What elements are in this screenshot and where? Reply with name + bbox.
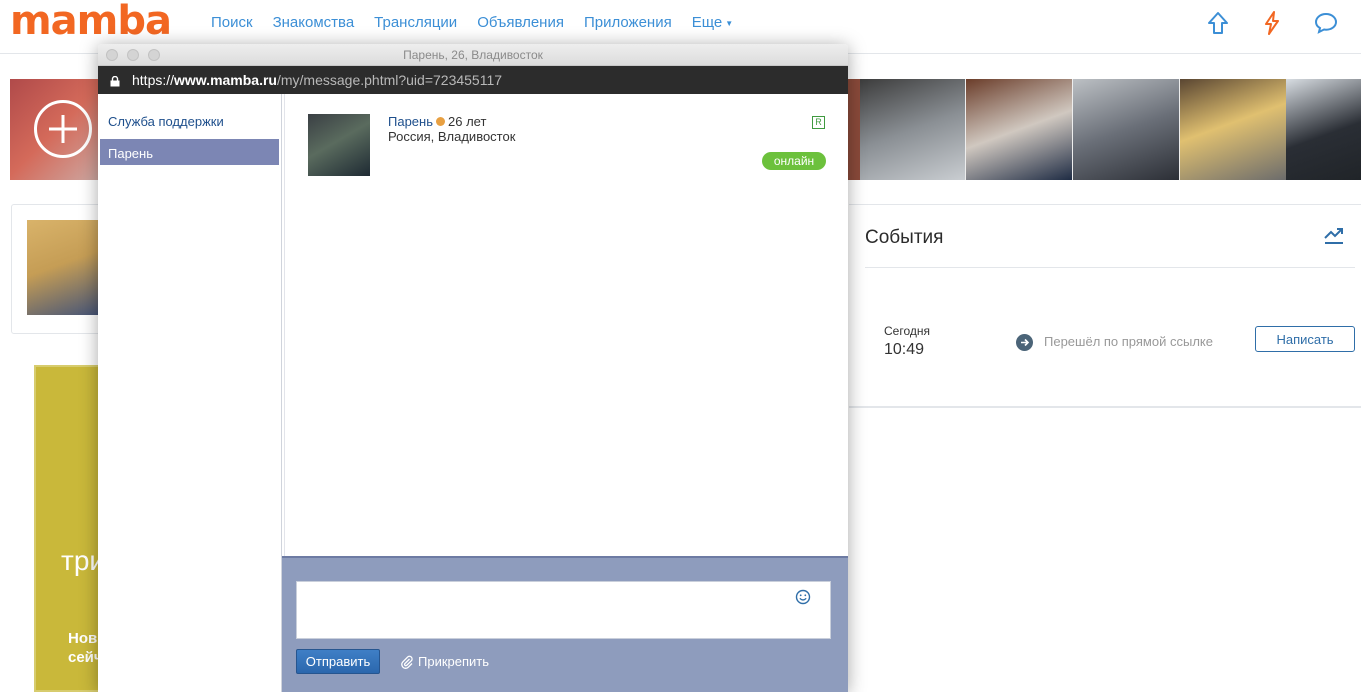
write-button[interactable]: Написать [1255, 326, 1355, 352]
message-popup-window: Парень, 26, Владивосток https://www.mamb… [98, 44, 848, 692]
event-day: Сегодня [884, 324, 930, 338]
chat-bubble-icon[interactable] [1313, 10, 1339, 36]
url-scheme: https:// [132, 72, 175, 88]
photo-thumb[interactable] [1073, 79, 1179, 180]
chat-user-info: Парень 26 лет [388, 114, 486, 129]
events-title: События [865, 227, 944, 248]
nav-apps[interactable]: Приложения [584, 14, 672, 31]
contacts-list: Служба поддержки Парень [98, 94, 282, 692]
attach-link[interactable]: Прикрепить [400, 654, 489, 669]
popup-body: Служба поддержки Парень Парень 26 лет Рос… [98, 94, 848, 692]
attach-label: Прикрепить [418, 654, 490, 669]
event-description: Перешёл по прямой ссылке [1044, 334, 1213, 349]
window-titlebar[interactable]: Парень, 26, Владивосток [98, 44, 848, 66]
lock-icon [110, 74, 120, 87]
photo-thumb[interactable] [966, 79, 1072, 180]
main-nav: Поиск Знакомства Трансляции Объявления П… [211, 14, 733, 31]
nav-streams[interactable]: Трансляции [374, 14, 457, 31]
profile-card[interactable] [11, 204, 112, 334]
contact-item-support[interactable]: Служба поддержки [100, 107, 279, 133]
nav-search[interactable]: Поиск [211, 14, 253, 31]
contact-item-active[interactable]: Парень [100, 139, 279, 165]
url-path: /my/message.phtml?uid=723455117 [276, 72, 503, 88]
mamba-logo[interactable]: mamba [10, 0, 172, 44]
smile-icon[interactable] [795, 589, 811, 605]
upload-arrow-icon[interactable] [1205, 10, 1231, 36]
url-text: https://www.mamba.ru/my/message.phtml?ui… [132, 72, 502, 88]
nav-more[interactable]: Еще ▼ [692, 14, 733, 31]
chat-area: Парень 26 лет Россия, Владивосток R онлай… [284, 94, 848, 556]
top-icons [1205, 10, 1339, 36]
photo-thumb[interactable] [1180, 79, 1286, 180]
chat-user-name[interactable]: Парень [388, 114, 433, 129]
nav-more-label: Еще [691, 14, 723, 31]
message-input[interactable] [296, 581, 831, 639]
paperclip-icon [400, 655, 414, 669]
window-title: Парень, 26, Владивосток [403, 48, 543, 62]
chat-user-age: 26 лет [448, 114, 487, 129]
event-time: 10:49 [884, 341, 925, 358]
url-host: www.mamba.ru [174, 72, 277, 88]
caret-down-icon: ▼ [725, 18, 734, 28]
send-button[interactable]: Отправить [296, 649, 380, 674]
plus-icon [34, 100, 92, 158]
message-composer: Отправить Прикрепить [282, 556, 848, 692]
events-panel: События Сегодня 10:49 Перешёл по прямой … [849, 204, 1361, 408]
events-divider [865, 267, 1355, 268]
online-status-badge: онлайн [762, 152, 826, 170]
photo-thumb[interactable] [1286, 79, 1361, 180]
male-icon [436, 117, 445, 126]
nav-dating[interactable]: Знакомства [273, 14, 355, 31]
lightning-icon[interactable] [1259, 10, 1285, 36]
photo-thumb[interactable] [860, 79, 965, 180]
trend-chart-icon[interactable] [1323, 223, 1345, 245]
url-bar[interactable]: https://www.mamba.ru/my/message.phtml?ui… [98, 66, 848, 94]
chat-user-avatar[interactable] [308, 114, 370, 176]
photo-thumb[interactable] [848, 79, 860, 180]
nav-ads[interactable]: Объявления [477, 14, 564, 31]
real-badge: R [812, 116, 825, 129]
arrow-right-icon [1016, 334, 1033, 351]
chat-user-location: Россия, Владивосток [388, 129, 516, 144]
